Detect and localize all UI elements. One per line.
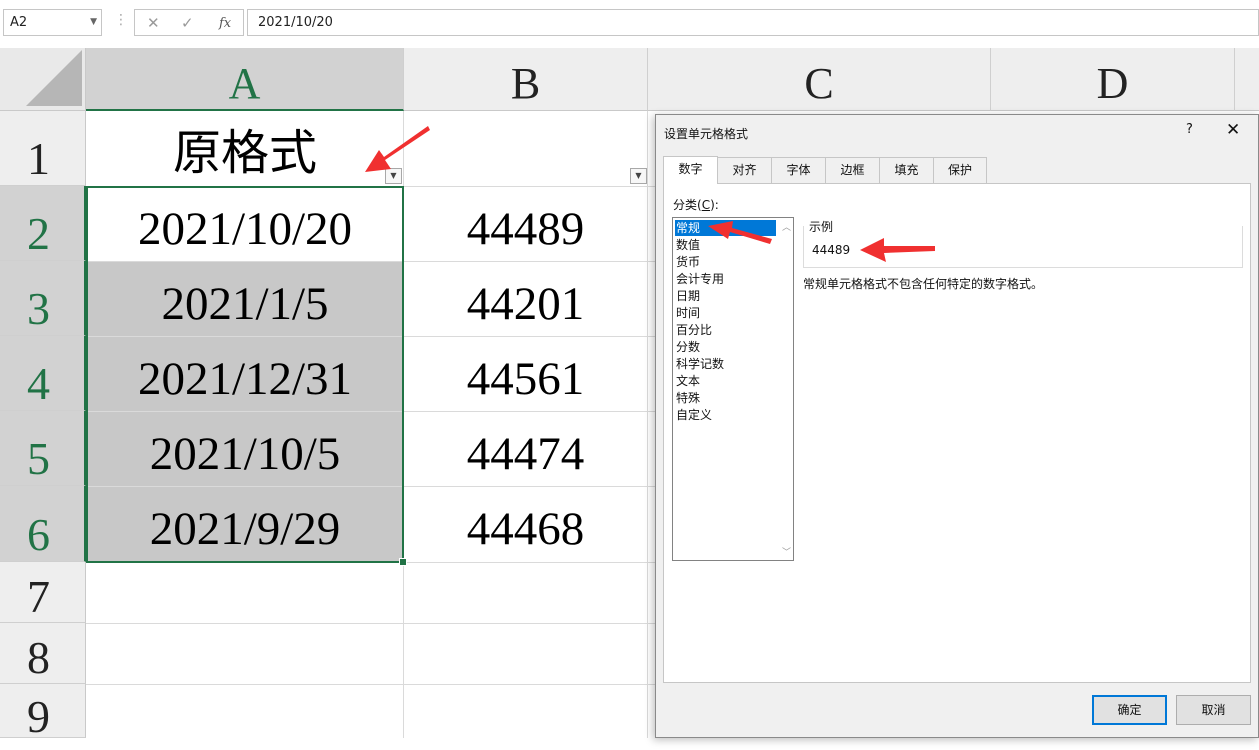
category-item-text[interactable]: 文本 bbox=[675, 373, 700, 389]
tab-protection[interactable]: 保护 bbox=[933, 157, 987, 183]
filter-dropdown-icon[interactable]: ▼ bbox=[385, 168, 402, 184]
cell-b2[interactable]: 44489 bbox=[404, 187, 647, 261]
format-description: 常规单元格格式不包含任何特定的数字格式。 bbox=[803, 277, 1044, 291]
enter-formula-icon[interactable]: ✓ bbox=[181, 14, 194, 32]
select-all-corner[interactable] bbox=[0, 48, 86, 111]
fill-handle[interactable] bbox=[399, 558, 407, 566]
category-item-percentage[interactable]: 百分比 bbox=[675, 322, 712, 338]
category-item-number[interactable]: 数值 bbox=[675, 237, 700, 253]
category-label: 分类(C): bbox=[673, 196, 719, 213]
number-tab-panel: 分类(C): 常规 数值 货币 会计专用 日期 时间 百分比 分数 科学记数 文… bbox=[663, 183, 1251, 683]
cell-b3[interactable]: 44201 bbox=[404, 262, 647, 336]
name-box[interactable]: A2 ▼ bbox=[3, 9, 102, 36]
category-label-suffix: ): bbox=[710, 198, 719, 212]
name-box-value: A2 bbox=[10, 15, 28, 30]
row-header-9[interactable]: 9 bbox=[0, 684, 86, 742]
cell-a1[interactable]: 原格式 bbox=[87, 111, 403, 186]
close-icon[interactable]: ✕ bbox=[1226, 120, 1240, 140]
help-button[interactable]: ? bbox=[1186, 122, 1193, 137]
category-item-currency[interactable]: 货币 bbox=[675, 254, 700, 270]
tab-fill[interactable]: 填充 bbox=[879, 157, 934, 183]
category-label-prefix: 分类( bbox=[673, 198, 702, 212]
category-item-general[interactable]: 常规 bbox=[675, 220, 776, 236]
dialog-title: 设置单元格格式 bbox=[664, 127, 749, 141]
sample-label: 示例 bbox=[809, 220, 834, 234]
cell-b5[interactable]: 44474 bbox=[404, 412, 647, 486]
cell-b6[interactable]: 44468 bbox=[404, 487, 647, 562]
tab-number[interactable]: 数字 bbox=[663, 156, 718, 184]
format-cells-dialog: 设置单元格格式 ? ✕ 数字 对齐 字体 边框 填充 保护 分类(C): 常规 … bbox=[655, 114, 1259, 738]
select-all-triangle-icon bbox=[26, 50, 82, 106]
tab-alignment[interactable]: 对齐 bbox=[717, 157, 772, 183]
row-header-4[interactable]: 4 bbox=[0, 336, 86, 411]
category-item-accounting[interactable]: 会计专用 bbox=[675, 271, 724, 287]
column-header-a[interactable]: A bbox=[86, 48, 404, 111]
cell-b4[interactable]: 44561 bbox=[404, 337, 647, 411]
insert-function-icon[interactable]: fx bbox=[219, 16, 231, 31]
category-item-fraction[interactable]: 分数 bbox=[675, 339, 700, 355]
category-item-time[interactable]: 时间 bbox=[675, 305, 700, 321]
formula-buttons: ✕ ✓ fx bbox=[134, 9, 244, 36]
category-item-custom[interactable]: 自定义 bbox=[675, 407, 712, 423]
cancel-formula-icon[interactable]: ✕ bbox=[147, 14, 160, 32]
row-header-3[interactable]: 3 bbox=[0, 261, 86, 336]
row-header-5[interactable]: 5 bbox=[0, 411, 86, 486]
filter-dropdown-icon[interactable]: ▼ bbox=[630, 168, 647, 184]
scroll-down-icon[interactable]: ﹀ bbox=[782, 545, 791, 558]
formula-value: 2021/10/20 bbox=[258, 15, 333, 30]
scroll-up-icon[interactable]: ︿ bbox=[782, 220, 791, 233]
cancel-button[interactable]: 取消 bbox=[1176, 695, 1251, 725]
formula-bar: A2 ▼ ⋮ ✕ ✓ fx 2021/10/20 bbox=[0, 0, 1259, 49]
column-header-e[interactable] bbox=[1235, 48, 1259, 111]
category-item-special[interactable]: 特殊 bbox=[675, 390, 700, 406]
category-label-accesskey: C bbox=[701, 198, 711, 212]
chevron-down-icon[interactable]: ▼ bbox=[90, 17, 97, 27]
tab-border[interactable]: 边框 bbox=[825, 157, 880, 183]
selection-border bbox=[86, 186, 404, 563]
column-header-b[interactable]: B bbox=[404, 48, 648, 111]
tab-font[interactable]: 字体 bbox=[771, 157, 826, 183]
sample-value: 44489 bbox=[812, 243, 851, 257]
sample-box bbox=[803, 226, 1243, 268]
row-header-1[interactable]: 1 bbox=[0, 111, 86, 186]
category-item-date[interactable]: 日期 bbox=[675, 288, 700, 304]
column-header-c[interactable]: C bbox=[648, 48, 991, 111]
column-header-d[interactable]: D bbox=[991, 48, 1235, 111]
row-header-2[interactable]: 2 bbox=[0, 186, 86, 261]
gridline bbox=[647, 111, 648, 738]
category-list[interactable]: 常规 数值 货币 会计专用 日期 时间 百分比 分数 科学记数 文本 特殊 自定… bbox=[672, 217, 794, 561]
row-header-6[interactable]: 6 bbox=[0, 486, 86, 562]
row-header-7[interactable]: 7 bbox=[0, 562, 86, 623]
category-item-scientific[interactable]: 科学记数 bbox=[675, 356, 724, 372]
formula-input[interactable]: 2021/10/20 bbox=[247, 9, 1259, 36]
row-header-8[interactable]: 8 bbox=[0, 623, 86, 684]
separator-dots-icon: ⋮ bbox=[114, 12, 128, 28]
ok-button[interactable]: 确定 bbox=[1092, 695, 1167, 725]
